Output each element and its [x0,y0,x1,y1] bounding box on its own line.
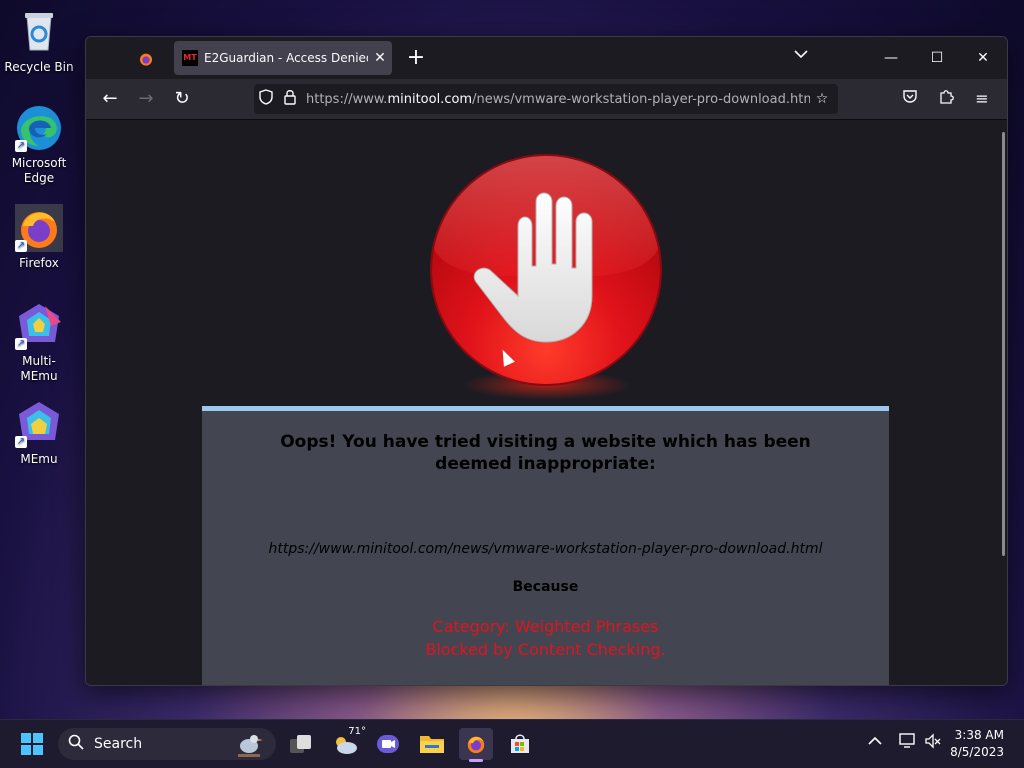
nav-bar: ← → ↻ https://www.minitool.com/news/vmwa… [86,79,1007,120]
desktop-icon-recycle-bin[interactable]: Recycle Bin [4,8,74,75]
back-button[interactable]: ← [96,85,124,113]
shortcut-arrow-icon: ↗ [15,240,27,252]
start-windows-icon[interactable] [15,728,49,760]
desktop-icon-label: MEmu [20,452,58,466]
page-content: Oops! You have tried visiting a website … [86,120,1007,685]
desktop-icon-edge[interactable]: ↗ Microsoft Edge [4,104,74,186]
tab-e2guardian[interactable]: MT E2Guardian - Access Denied ✕ [174,41,392,75]
app-menu-hamburger-icon[interactable]: ≡ [968,85,996,113]
edge-icon: ↗ [15,104,63,152]
url-text[interactable]: https://www.minitool.com/news/vmware-wor… [306,92,810,107]
list-all-tabs-chevron-icon[interactable] [794,47,808,63]
network-icon[interactable] [898,732,916,754]
weather-temp: 71° [348,726,366,737]
new-tab-button[interactable]: + [402,45,430,73]
taskbar-search-box[interactable]: Search [58,728,276,760]
desktop-icon-memu[interactable]: ↗ MEmu [4,400,74,467]
bookmark-star-icon[interactable]: ☆ [810,91,834,107]
desktop-icon-label: Multi-MEmu [20,354,58,383]
taskbar-firefox-icon[interactable] [459,728,493,762]
site-favicon: MT [182,50,198,66]
block-category: Category: Weighted Phrases [432,617,659,636]
maximize-button[interactable]: ☐ [914,37,960,79]
reload-button[interactable]: ↻ [168,85,196,113]
pinned-tab[interactable] [130,45,162,73]
tab-title: E2Guardian - Access Denied [204,51,368,65]
page-heading: Oops! You have tried visiting a website … [280,432,811,474]
forward-button[interactable]: → [132,85,160,113]
block-method: Blocked by Content Checking. [425,640,666,659]
blocked-url: https://www.minitool.com/news/vmware-wor… [268,541,823,557]
active-app-indicator [469,759,483,762]
show-hidden-icons-chevron-icon[interactable] [868,734,882,750]
access-denied-panel: Oops! You have tried visiting a website … [202,406,889,685]
tab-close-icon[interactable]: ✕ [368,50,392,66]
minimize-button[interactable]: — [868,37,914,79]
because-label: Because [512,579,579,595]
close-window-button[interactable]: ✕ [960,37,1006,79]
task-view-icon[interactable] [284,728,318,760]
desktop-icon-label: Firefox [19,256,59,270]
shortcut-arrow-icon: ↗ [15,338,27,350]
url-bar[interactable]: https://www.minitool.com/news/vmware-wor… [254,84,838,114]
pocket-icon[interactable] [896,85,924,113]
firefox-icon: ↗ [15,204,63,252]
desktop-icon-label: Microsoft Edge [11,156,67,185]
extensions-puzzle-icon[interactable] [932,85,960,113]
recycle-bin-icon [15,8,63,56]
desktop-icon-firefox[interactable]: ↗ Firefox [4,204,74,271]
weather-widget[interactable]: 71° [328,726,366,760]
tracking-protection-shield-icon[interactable] [254,89,278,109]
multi-memu-icon: ↗ [15,302,63,350]
taskbar: Search 71° 3:38 AM 8/5/2023 [0,719,1024,768]
memu-icon: ↗ [15,400,63,448]
volume-muted-icon[interactable] [924,732,942,754]
teams-chat-icon[interactable] [371,728,405,760]
search-highlight-bird-icon [234,730,264,762]
scrollbar[interactable] [1002,132,1005,556]
firefox-window: MT E2Guardian - Access Denied ✕ + — ☐ ✕ … [85,36,1008,686]
stop-hand-icon [432,156,660,384]
tab-bar: MT E2Guardian - Access Denied ✕ + — ☐ ✕ [86,37,1007,79]
system-clock[interactable]: 3:38 AM 8/5/2023 [950,727,1004,761]
clock-date: 8/5/2023 [950,745,1004,759]
shortcut-arrow-icon: ↗ [15,140,27,152]
microsoft-store-icon[interactable] [503,728,537,760]
desktop-icon-label: Recycle Bin [4,60,74,74]
shortcut-arrow-icon: ↗ [15,436,27,448]
file-explorer-icon[interactable] [415,728,449,760]
block-reason: Category: Weighted Phrases Blocked by Co… [202,615,889,661]
desktop-icon-multi-memu[interactable]: ↗ Multi-MEmu [4,302,74,384]
firefox-icon [140,53,152,66]
clock-time: 3:38 AM [954,728,1004,742]
search-placeholder: Search [94,736,143,752]
lock-icon[interactable] [278,89,302,109]
search-icon [58,734,94,754]
